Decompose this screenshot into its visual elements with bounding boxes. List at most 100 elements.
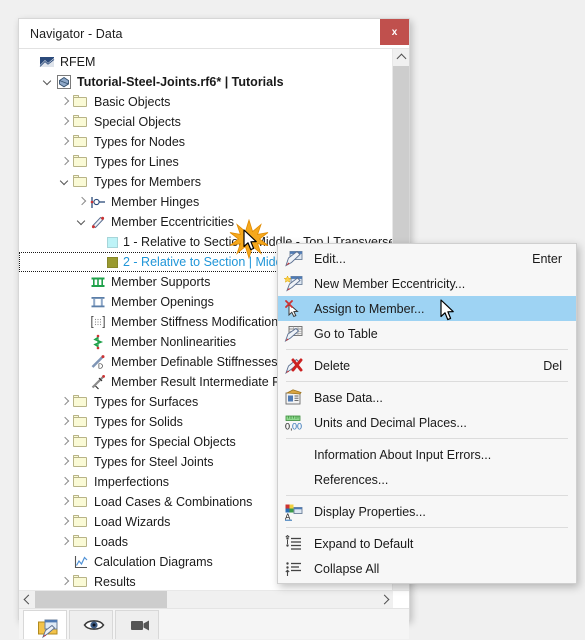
tree-twisty-placeholder bbox=[91, 254, 107, 270]
tree-node[interactable]: Member Hinges bbox=[19, 192, 394, 212]
menu-item[interactable]: References... bbox=[278, 467, 576, 492]
menu-item[interactable]: Go to Table bbox=[278, 321, 576, 346]
tree-twisty bbox=[23, 54, 39, 70]
member-stiffness-icon bbox=[90, 314, 106, 330]
tree-node-label: Member Openings bbox=[111, 295, 214, 309]
scroll-right-button[interactable] bbox=[377, 591, 393, 608]
tree-twisty-right-icon[interactable] bbox=[57, 134, 73, 150]
menu-item[interactable]: 0, 00 Units and Decimal Places... bbox=[278, 410, 576, 435]
tree-node[interactable]: Member Eccentricities bbox=[19, 212, 394, 232]
menu-separator bbox=[286, 349, 568, 350]
folder-icon bbox=[73, 94, 89, 110]
menu-item[interactable]: Edit... Enter bbox=[278, 246, 576, 271]
tree-twisty-placeholder bbox=[74, 294, 90, 310]
tree-node-label: Member Definable Stiffnesses bbox=[111, 355, 278, 369]
tree-node[interactable]: Types for Members bbox=[19, 172, 394, 192]
menu-item[interactable]: Information About Input Errors... bbox=[278, 442, 576, 467]
member-support-icon bbox=[90, 274, 106, 290]
folder-icon bbox=[73, 134, 89, 150]
close-button[interactable]: x bbox=[380, 19, 409, 45]
tree-twisty-right-icon[interactable] bbox=[57, 434, 73, 450]
tree-node-label: Calculation Diagrams bbox=[94, 555, 213, 569]
menu-item-label: Delete bbox=[314, 358, 351, 373]
tree-node-label: Special Objects bbox=[94, 115, 181, 129]
display-navigator-tab[interactable] bbox=[69, 610, 113, 639]
menu-item-label: Display Properties... bbox=[314, 504, 426, 519]
table-icon bbox=[284, 325, 306, 343]
navigator-tabbar bbox=[19, 608, 409, 639]
tree-twisty-right-icon[interactable] bbox=[57, 494, 73, 510]
tree-node-label: Member Supports bbox=[111, 275, 211, 289]
tree-twisty-down-icon[interactable] bbox=[57, 174, 73, 190]
menu-item-label: Expand to Default bbox=[314, 536, 414, 551]
tree-twisty-right-icon[interactable] bbox=[57, 154, 73, 170]
tree-node[interactable]: Basic Objects bbox=[19, 92, 394, 112]
folder-icon bbox=[73, 454, 89, 470]
menu-item[interactable]: Base Data... bbox=[278, 385, 576, 410]
model-icon bbox=[56, 74, 72, 90]
tree-twisty-right-icon[interactable] bbox=[57, 394, 73, 410]
screen: Navigator - Data x RFEM Tutorial-Steel-Jo… bbox=[0, 0, 585, 640]
tree-node-label: Types for Nodes bbox=[94, 135, 186, 149]
tree-twisty-right-icon[interactable] bbox=[57, 514, 73, 530]
member-definable-stiffness-icon: D bbox=[90, 354, 106, 370]
tree-twisty-right-icon[interactable] bbox=[57, 534, 73, 550]
menu-item[interactable]: Expand to Default bbox=[278, 531, 576, 556]
expand-icon bbox=[284, 534, 306, 553]
tree-node-label: Types for Special Objects bbox=[94, 435, 236, 449]
svg-text:D: D bbox=[98, 364, 103, 371]
menu-item-label: Information About Input Errors... bbox=[314, 447, 492, 462]
base-data-icon bbox=[284, 388, 306, 407]
menu-item-label: Units and Decimal Places... bbox=[314, 415, 467, 430]
tree-node-label: Load Cases & Combinations bbox=[94, 495, 253, 509]
tree-twisty-down-icon[interactable] bbox=[40, 74, 56, 90]
views-navigator-tab[interactable] bbox=[115, 610, 159, 639]
tree-node[interactable]: Types for Lines bbox=[19, 152, 394, 172]
scroll-up-button[interactable] bbox=[393, 49, 409, 66]
menu-item[interactable]: Assign to Member... bbox=[278, 296, 576, 321]
menu-icon-placeholder bbox=[284, 471, 306, 489]
chevron-right-icon bbox=[379, 594, 389, 605]
tree-node-label: Types for Solids bbox=[94, 415, 183, 429]
data-navigator-tab[interactable] bbox=[23, 610, 67, 639]
collapse-icon bbox=[284, 560, 306, 578]
tree-twisty-placeholder bbox=[74, 354, 90, 370]
display-properties-icon: A bbox=[284, 503, 306, 521]
tree-twisty-right-icon[interactable] bbox=[57, 454, 73, 470]
tree-twisty-right-icon[interactable] bbox=[57, 94, 73, 110]
folder-icon bbox=[73, 574, 89, 590]
tree-twisty-down-icon[interactable] bbox=[74, 214, 90, 230]
tree-twisty-right-icon[interactable] bbox=[57, 474, 73, 490]
window-titlebar: Navigator - Data x bbox=[19, 19, 409, 49]
folder-icon bbox=[73, 514, 89, 530]
tree-node-label: Loads bbox=[94, 535, 129, 549]
menu-item-label: Collapse All bbox=[314, 561, 380, 576]
context-menu[interactable]: Edit... Enter New Member Eccentricity... As… bbox=[277, 243, 577, 584]
folder-icon bbox=[73, 414, 89, 430]
units-icon: 0, 00 bbox=[284, 414, 306, 432]
tree-node[interactable]: Tutorial-Steel-Joints.rf6* | Tutorials bbox=[19, 72, 394, 92]
tree-twisty-right-icon[interactable] bbox=[74, 194, 90, 210]
tree-twisty-right-icon[interactable] bbox=[57, 414, 73, 430]
tree-node-rfem[interactable]: RFEM bbox=[19, 52, 394, 72]
menu-item-label: Edit... bbox=[314, 251, 346, 266]
tree-twisty-right-icon[interactable] bbox=[57, 574, 73, 590]
scroll-left-button[interactable] bbox=[19, 591, 35, 608]
tree-node[interactable]: Types for Nodes bbox=[19, 132, 394, 152]
menu-item-shortcut: Del bbox=[543, 358, 562, 373]
menu-item[interactable]: Collapse All bbox=[278, 556, 576, 581]
menu-item-label: Base Data... bbox=[314, 390, 383, 405]
tree-node-label: Imperfections bbox=[94, 475, 170, 489]
folder-icon bbox=[73, 114, 89, 130]
menu-item[interactable]: A Display Properties... bbox=[278, 499, 576, 524]
tree-node[interactable]: Special Objects bbox=[19, 112, 394, 132]
tree-twisty-right-icon[interactable] bbox=[57, 114, 73, 130]
menu-separator bbox=[286, 381, 568, 382]
horizontal-scrollbar[interactable] bbox=[19, 590, 409, 608]
eye-icon bbox=[83, 617, 105, 633]
tree-twisty-placeholder bbox=[91, 234, 107, 250]
navigator-data-icon bbox=[37, 617, 58, 639]
menu-item[interactable]: Delete Del bbox=[278, 353, 576, 378]
horizontal-scroll-thumb[interactable] bbox=[35, 591, 167, 608]
menu-item[interactable]: New Member Eccentricity... bbox=[278, 271, 576, 296]
